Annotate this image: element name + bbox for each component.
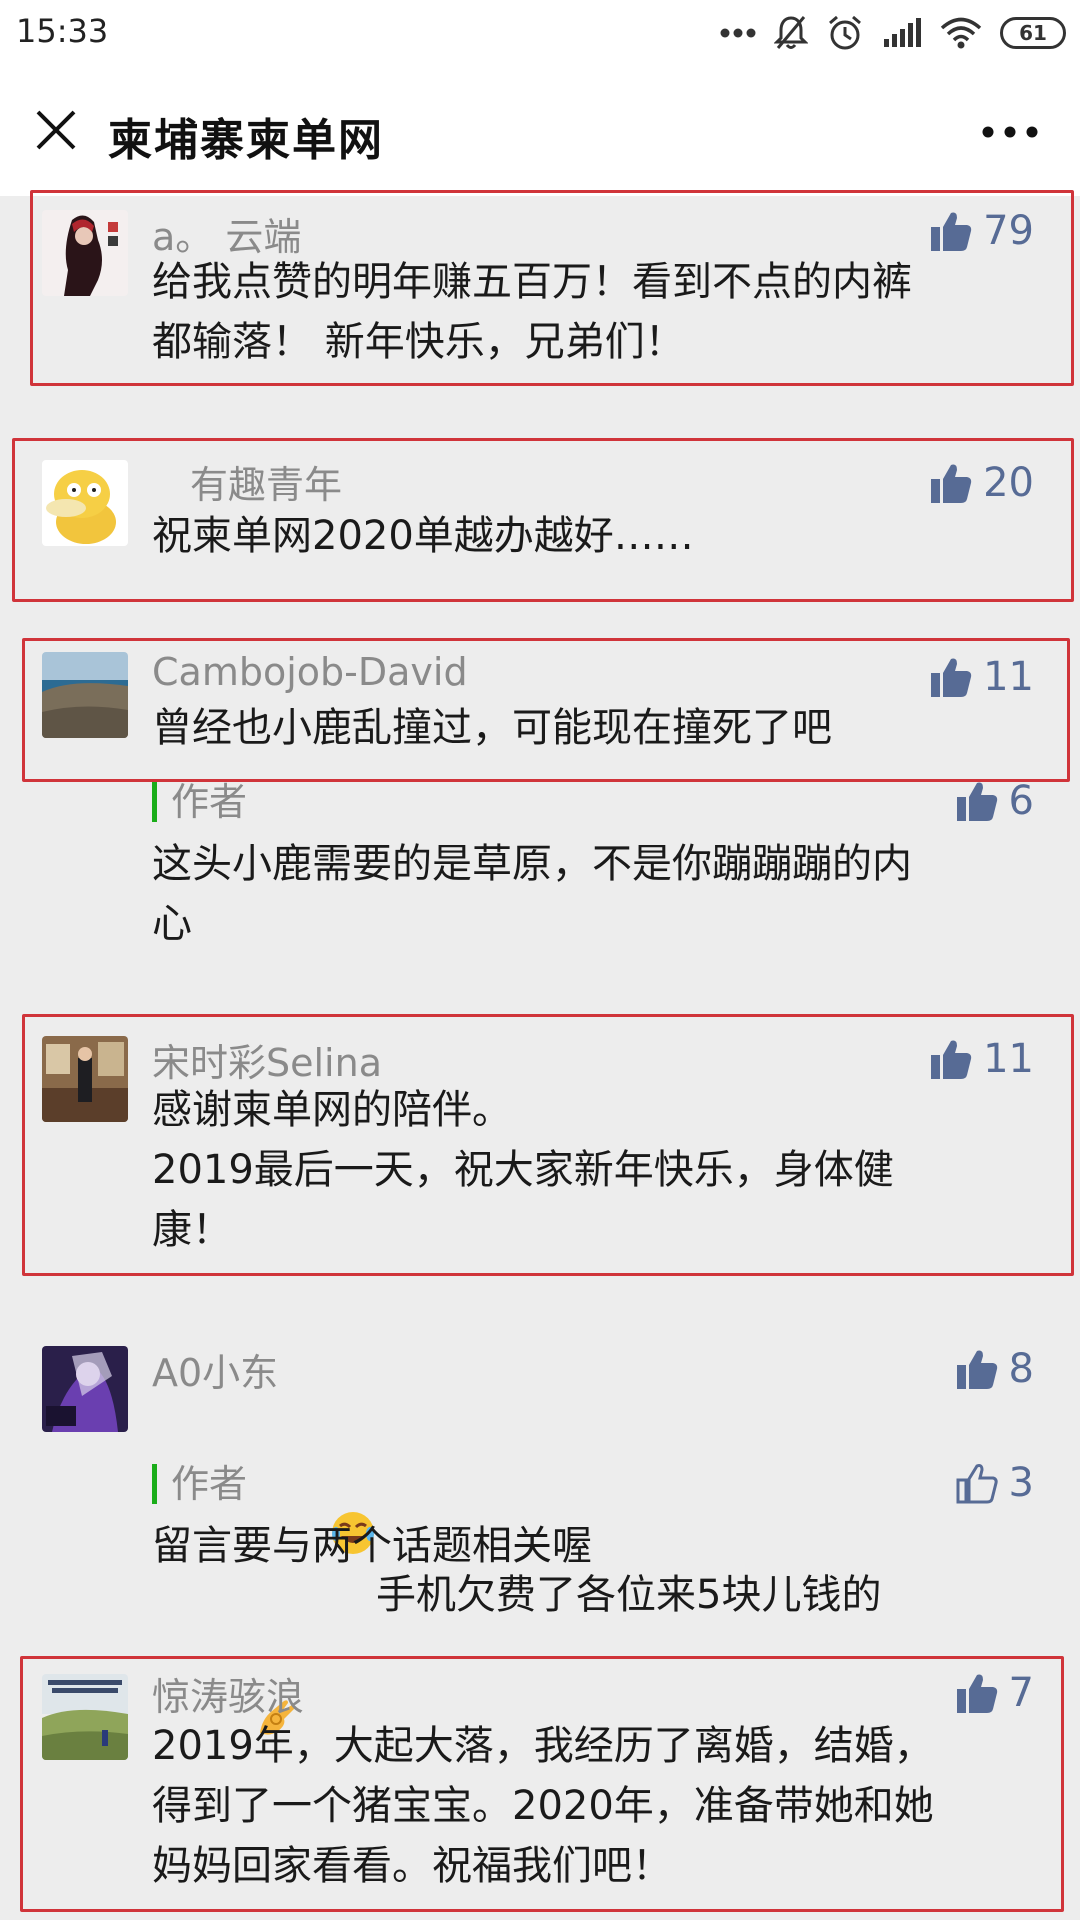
comment-text: 给我点赞的明年赚五百万！看到不点的内裤 都输落！ 新年快乐，兄弟们！ xyxy=(152,259,912,365)
thumbs-up-icon xyxy=(929,655,973,699)
wifi-icon xyxy=(940,17,982,49)
comment-nickname: 惊涛骇浪 xyxy=(152,1675,305,1719)
thumbs-up-icon xyxy=(929,1037,973,1081)
like-button[interactable]: 8 xyxy=(955,1342,1034,1396)
comment-text: 曾经也小鹿乱撞过，可能现在撞死了吧 xyxy=(152,705,832,751)
like-count: 8 xyxy=(1008,1346,1034,1392)
thumbs-up-outline-icon xyxy=(955,1461,999,1505)
like-button[interactable]: 11 xyxy=(929,650,1034,704)
like-count: 20 xyxy=(983,460,1034,506)
avatar[interactable] xyxy=(42,210,128,296)
status-time: 15:33 xyxy=(16,12,109,50)
comment-list: a。 云端 79 给我点赞的明年赚五百万！看到不点的内裤 都输落！ 新年快乐，兄… xyxy=(0,190,1080,1920)
like-count: 7 xyxy=(1008,1670,1034,1716)
avatar[interactable] xyxy=(42,460,128,546)
comment-nickname: Cambojob-David xyxy=(152,650,468,694)
battery-icon: 61 xyxy=(1000,17,1066,49)
author-reply-label: 作者 xyxy=(152,782,247,822)
like-count: 6 xyxy=(1008,778,1034,824)
battery-level: 61 xyxy=(1019,21,1047,45)
thumbs-up-icon xyxy=(929,461,973,505)
reply-like-button[interactable]: 6 xyxy=(955,774,1034,828)
avatar[interactable] xyxy=(42,1036,128,1122)
comment-nickname: 有趣青年 xyxy=(190,463,343,507)
reply-text: 留言要与两个话题相关喔 xyxy=(152,1523,592,1569)
thumbs-up-icon xyxy=(955,1347,999,1391)
more-icon[interactable] xyxy=(980,124,1040,140)
comment-nickname: 宋时彩Selina xyxy=(152,1041,382,1085)
alarm-icon xyxy=(826,14,864,52)
like-count: 79 xyxy=(983,208,1034,254)
page-title: 柬埔寨柬单网 xyxy=(108,115,384,166)
avatar[interactable] xyxy=(42,1674,128,1760)
mute-bell-icon xyxy=(774,14,808,52)
status-bar: 15:33 61 xyxy=(0,0,1080,66)
avatar[interactable] xyxy=(42,1346,128,1432)
reply-text: 这头小鹿需要的是草原，不是你蹦蹦蹦的内 心 xyxy=(152,841,912,947)
signal-icon xyxy=(882,17,922,49)
thumbs-up-icon xyxy=(955,1671,999,1715)
close-icon[interactable] xyxy=(32,106,80,154)
like-button[interactable]: 7 xyxy=(955,1666,1034,1720)
comment-nickname: A0小东 xyxy=(152,1351,279,1395)
nav-bar: 柬埔寨柬单网 xyxy=(0,66,1080,196)
like-button[interactable]: 11 xyxy=(929,1032,1034,1086)
like-count: 11 xyxy=(983,654,1034,700)
comment-text: 感谢柬单网的陪伴。 2019最后一天，祝大家新年快乐，身体健 康！ xyxy=(152,1087,894,1253)
comment-text: 祝柬单网2020单越办越好…… xyxy=(152,513,694,559)
more-dots-icon xyxy=(720,27,756,39)
reply-like-button[interactable]: 3 xyxy=(955,1456,1034,1510)
author-reply-label: 作者 xyxy=(152,1464,247,1504)
avatar[interactable] xyxy=(42,652,128,738)
like-count: 11 xyxy=(983,1036,1034,1082)
status-icons: 61 xyxy=(720,10,1066,56)
thumbs-up-icon xyxy=(929,209,973,253)
thumbs-up-icon xyxy=(955,779,999,823)
like-count: 3 xyxy=(1008,1460,1034,1506)
comment-text-body: 手机欠费了各位来5块儿钱的 xyxy=(376,1572,882,1618)
like-button[interactable]: 20 xyxy=(929,456,1034,510)
like-button[interactable]: 79 xyxy=(929,204,1034,258)
comment-text: 2019年，大起大落，我经历了离婚，结婚， 得到了一个猪宝宝。2020年，准备带… xyxy=(152,1723,934,1889)
